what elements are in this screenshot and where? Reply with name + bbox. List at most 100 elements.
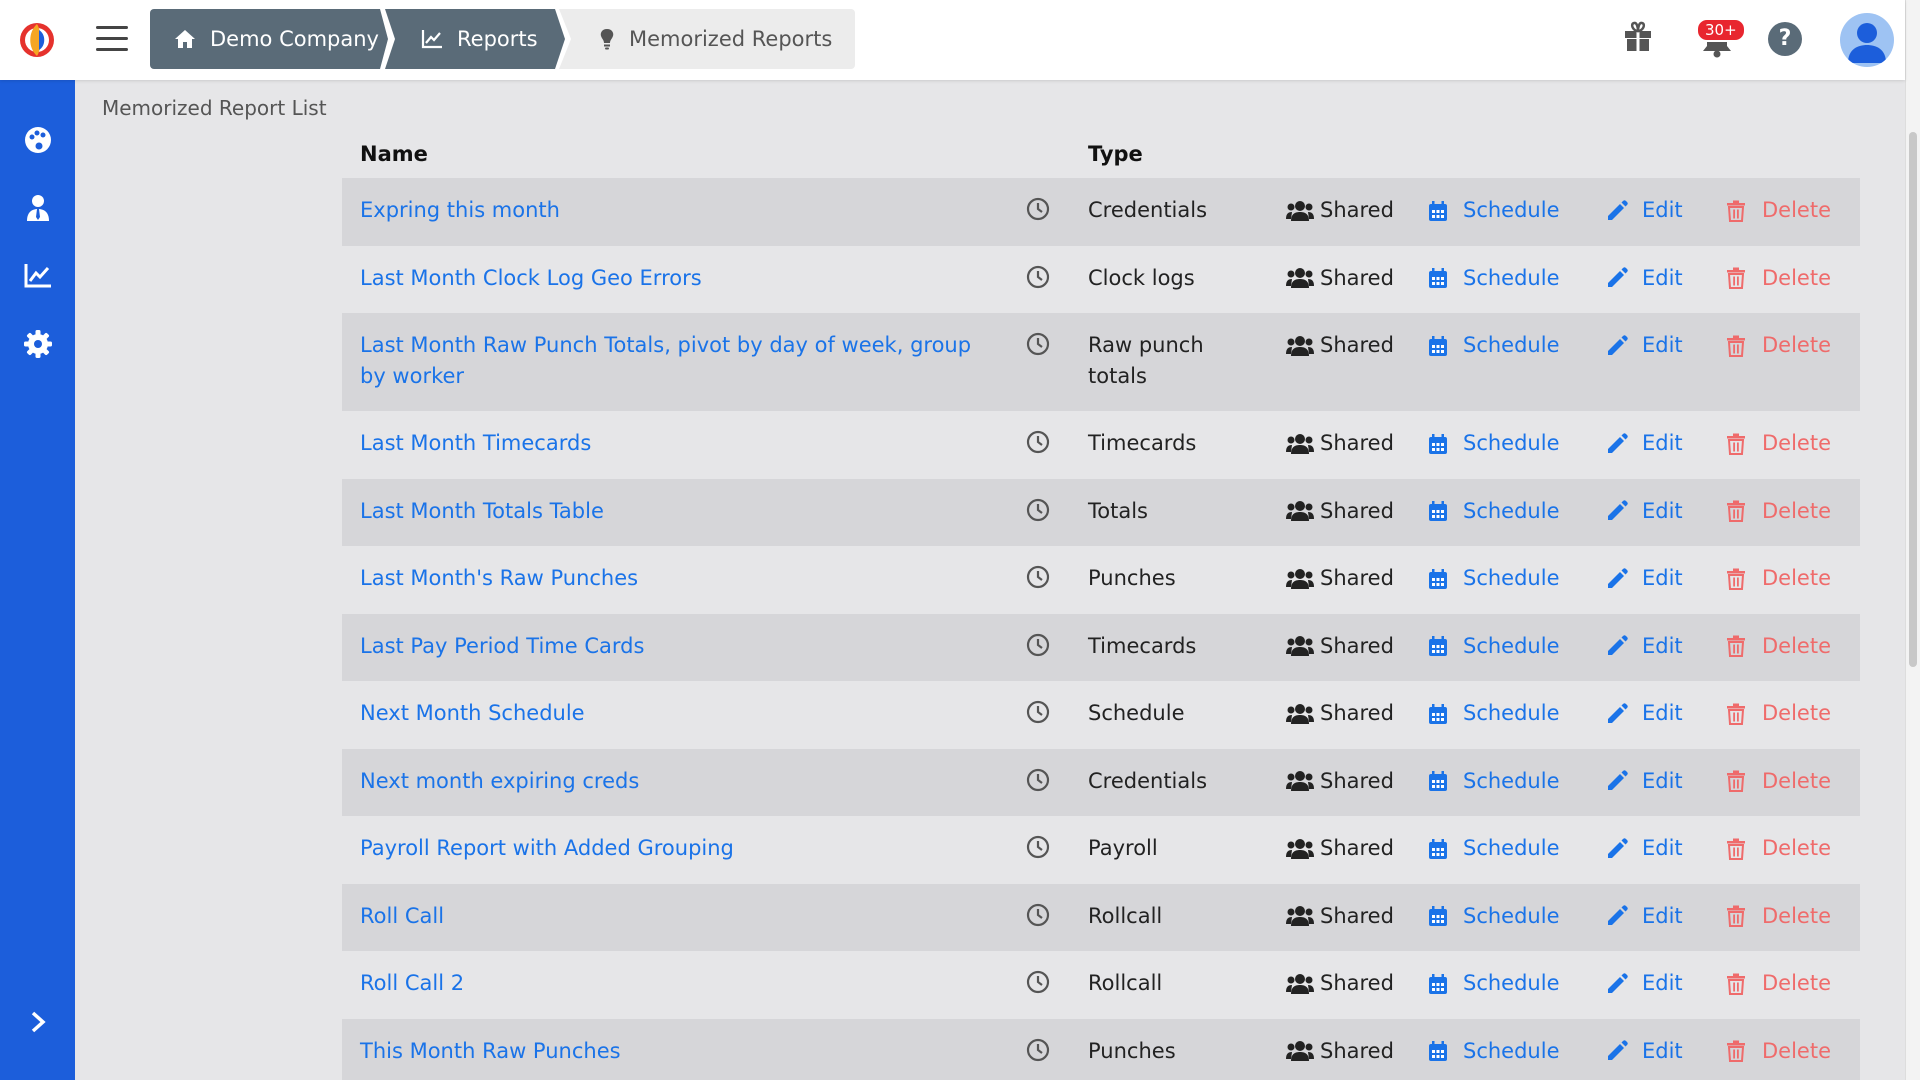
report-name-link[interactable]: Last Pay Period Time Cards (360, 631, 1000, 662)
delete-label: Delete (1762, 333, 1831, 357)
history-button[interactable] (1026, 768, 1050, 801)
report-name-link[interactable]: Last Month Totals Table (360, 496, 1000, 527)
report-name-link[interactable]: Last Month's Raw Punches (360, 563, 1000, 594)
edit-button[interactable]: Edit (1606, 833, 1683, 864)
report-name-link[interactable]: Last Month Timecards (360, 428, 1000, 459)
delete-button[interactable]: Delete (1726, 631, 1831, 662)
schedule-button[interactable]: Schedule (1428, 563, 1560, 594)
edit-button[interactable]: Edit (1606, 901, 1683, 932)
delete-button[interactable]: Delete (1726, 263, 1831, 294)
report-name-link[interactable]: Last Month Raw Punch Totals, pivot by da… (360, 330, 1000, 392)
scrollbar-thumb[interactable] (1909, 132, 1917, 667)
report-name-link[interactable]: Roll Call 2 (360, 968, 1000, 999)
report-name-link[interactable]: Last Month Clock Log Geo Errors (360, 263, 1000, 294)
breadcrumb-company[interactable]: Demo Company (150, 9, 388, 69)
edit-button[interactable]: Edit (1606, 1036, 1683, 1067)
history-button[interactable] (1026, 903, 1050, 936)
shared-status: Shared (1286, 428, 1394, 459)
history-button[interactable] (1026, 700, 1050, 733)
sidebar-item-settings[interactable] (0, 316, 75, 372)
sidebar-expand-button[interactable] (0, 994, 75, 1050)
delete-button[interactable]: Delete (1726, 563, 1831, 594)
report-name-link[interactable]: Payroll Report with Added Grouping (360, 833, 1000, 864)
delete-button[interactable]: Delete (1726, 698, 1831, 729)
schedule-button[interactable]: Schedule (1428, 833, 1560, 864)
edit-button[interactable]: Edit (1606, 631, 1683, 662)
delete-button[interactable]: Delete (1726, 968, 1831, 999)
trash-icon (1727, 1040, 1745, 1062)
report-type: Punches (1088, 1038, 1176, 1063)
history-button[interactable] (1026, 970, 1050, 1003)
report-name-link[interactable]: Next month expiring creds (360, 766, 1000, 797)
schedule-button[interactable]: Schedule (1428, 901, 1560, 932)
app-logo[interactable] (18, 18, 56, 60)
delete-button[interactable]: Delete (1726, 901, 1831, 932)
sidebar-item-workers[interactable] (0, 180, 75, 236)
schedule-button[interactable]: Schedule (1428, 195, 1560, 226)
breadcrumb-reports[interactable]: Reports (385, 9, 565, 69)
schedule-button[interactable]: Schedule (1428, 263, 1560, 294)
trash-icon (1727, 838, 1745, 860)
sidebar-item-dashboard[interactable] (0, 112, 75, 168)
edit-button[interactable]: Edit (1606, 968, 1683, 999)
help-button[interactable]: ? (1768, 22, 1802, 56)
gift-icon[interactable] (1622, 20, 1654, 52)
menu-toggle-button[interactable] (96, 26, 128, 52)
user-avatar[interactable] (1840, 13, 1894, 67)
edit-button[interactable]: Edit (1606, 263, 1683, 294)
schedule-button[interactable]: Schedule (1428, 968, 1560, 999)
delete-button[interactable]: Delete (1726, 833, 1831, 864)
delete-button[interactable]: Delete (1726, 1036, 1831, 1067)
table-row: Expring this month Credentials Shared Sc… (342, 178, 1860, 246)
schedule-button[interactable]: Schedule (1428, 428, 1560, 459)
history-button[interactable] (1026, 565, 1050, 598)
history-button[interactable] (1026, 498, 1050, 531)
edit-button[interactable]: Edit (1606, 330, 1683, 361)
edit-button[interactable]: Edit (1606, 428, 1683, 459)
delete-button[interactable]: Delete (1726, 330, 1831, 361)
calendar-icon (1429, 838, 1447, 859)
report-name-link[interactable]: Next Month Schedule (360, 698, 1000, 729)
delete-button[interactable]: Delete (1726, 195, 1831, 226)
edit-button[interactable]: Edit (1606, 195, 1683, 226)
schedule-button[interactable]: Schedule (1428, 496, 1560, 527)
report-name-link[interactable]: Roll Call (360, 901, 1000, 932)
schedule-label: Schedule (1463, 265, 1560, 290)
report-name-link[interactable]: This Month Raw Punches (360, 1036, 1000, 1067)
edit-label: Edit (1642, 1038, 1683, 1063)
schedule-label: Schedule (1463, 198, 1560, 222)
edit-button[interactable]: Edit (1606, 496, 1683, 527)
sidebar-item-reports[interactable] (0, 248, 75, 304)
edit-button[interactable]: Edit (1606, 563, 1683, 594)
history-button[interactable] (1026, 197, 1050, 230)
page-title: Memorized Report List (102, 96, 327, 120)
pencil-icon (1608, 635, 1628, 655)
delete-label: Delete (1762, 903, 1831, 928)
delete-button[interactable]: Delete (1726, 428, 1831, 459)
report-name-link[interactable]: Expring this month (360, 195, 1000, 226)
users-icon (1286, 906, 1314, 926)
shared-status: Shared (1286, 698, 1394, 729)
history-button[interactable] (1026, 1038, 1050, 1071)
schedule-button[interactable]: Schedule (1428, 1036, 1560, 1067)
schedule-button[interactable]: Schedule (1428, 698, 1560, 729)
schedule-button[interactable]: Schedule (1428, 766, 1560, 797)
calendar-icon (1429, 1041, 1447, 1061)
delete-label: Delete (1762, 768, 1831, 793)
calendar-icon (1429, 906, 1447, 926)
edit-button[interactable]: Edit (1606, 698, 1683, 729)
history-button[interactable] (1026, 332, 1050, 365)
history-button[interactable] (1026, 633, 1050, 666)
history-button[interactable] (1026, 265, 1050, 298)
edit-button[interactable]: Edit (1606, 766, 1683, 797)
schedule-button[interactable]: Schedule (1428, 631, 1560, 662)
users-icon (1286, 703, 1314, 724)
history-button[interactable] (1026, 835, 1050, 868)
delete-button[interactable]: Delete (1726, 496, 1831, 527)
table-row: Payroll Report with Added Grouping Payro… (342, 816, 1860, 884)
schedule-label: Schedule (1463, 333, 1560, 357)
scrollbar[interactable] (1905, 0, 1920, 1080)
history-button[interactable] (1026, 430, 1050, 463)
schedule-button[interactable]: Schedule (1428, 330, 1560, 361)
delete-button[interactable]: Delete (1726, 766, 1831, 797)
